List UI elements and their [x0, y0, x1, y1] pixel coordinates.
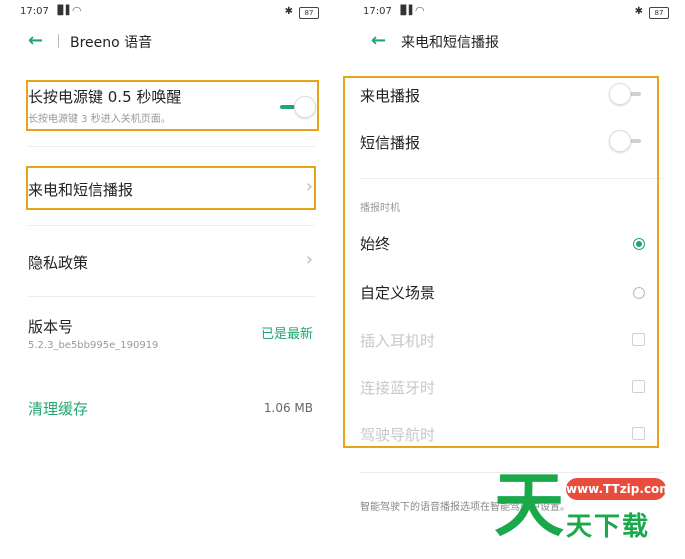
- divider: [28, 146, 315, 147]
- status-time: 17:07: [363, 6, 392, 17]
- status-bar: 17:07 ▐▌▌ ◠ ✱ 87: [363, 4, 669, 20]
- watermark-url: www.TTzip.com: [566, 478, 672, 500]
- bluetooth-icon: ✱: [284, 6, 293, 17]
- version-status: 已是最新: [260, 327, 313, 342]
- highlight-frame: [26, 80, 319, 131]
- divider: [28, 296, 315, 297]
- page-title: 来电和短信播报: [401, 35, 499, 51]
- signal-icon: ▐▌▌: [54, 6, 73, 16]
- bluetooth-icon: ✱: [634, 6, 643, 17]
- wifi-icon: ◠: [72, 4, 82, 17]
- battery-icon: 87: [649, 7, 669, 19]
- back-arrow-icon[interactable]: ←: [371, 28, 386, 54]
- app-header: ← 来电和短信播报: [367, 28, 685, 56]
- watermark-logo: 天: [494, 464, 564, 546]
- highlight-frame: [26, 166, 316, 210]
- status-time: 17:07: [20, 6, 49, 17]
- back-arrow-icon[interactable]: ←: [28, 28, 43, 54]
- signal-icon: ▐▌▌: [397, 6, 416, 16]
- divider: [28, 225, 315, 226]
- privacy-policy-link[interactable]: 隐私政策: [28, 252, 315, 273]
- highlight-frame: [343, 76, 659, 448]
- status-bar: 17:07 ▐▌▌ ◠ ✱ 87: [20, 4, 319, 20]
- page-title: Breeno 语音: [70, 35, 153, 51]
- cache-size: 1.06 MB: [263, 401, 313, 415]
- battery-icon: 87: [299, 7, 319, 19]
- app-header: ← Breeno 语音: [24, 28, 335, 56]
- wifi-icon: ◠: [415, 4, 425, 17]
- privacy-label: 隐私政策: [28, 254, 89, 272]
- header-separator: [58, 34, 59, 48]
- settings-screen-breeno: 17:07 ▐▌▌ ◠ ✱ 87 ← Breeno 语音 长按电源键 0.5 秒…: [0, 0, 335, 559]
- watermark-text: 天下载: [566, 512, 651, 542]
- chevron-right-icon: ›: [305, 249, 313, 270]
